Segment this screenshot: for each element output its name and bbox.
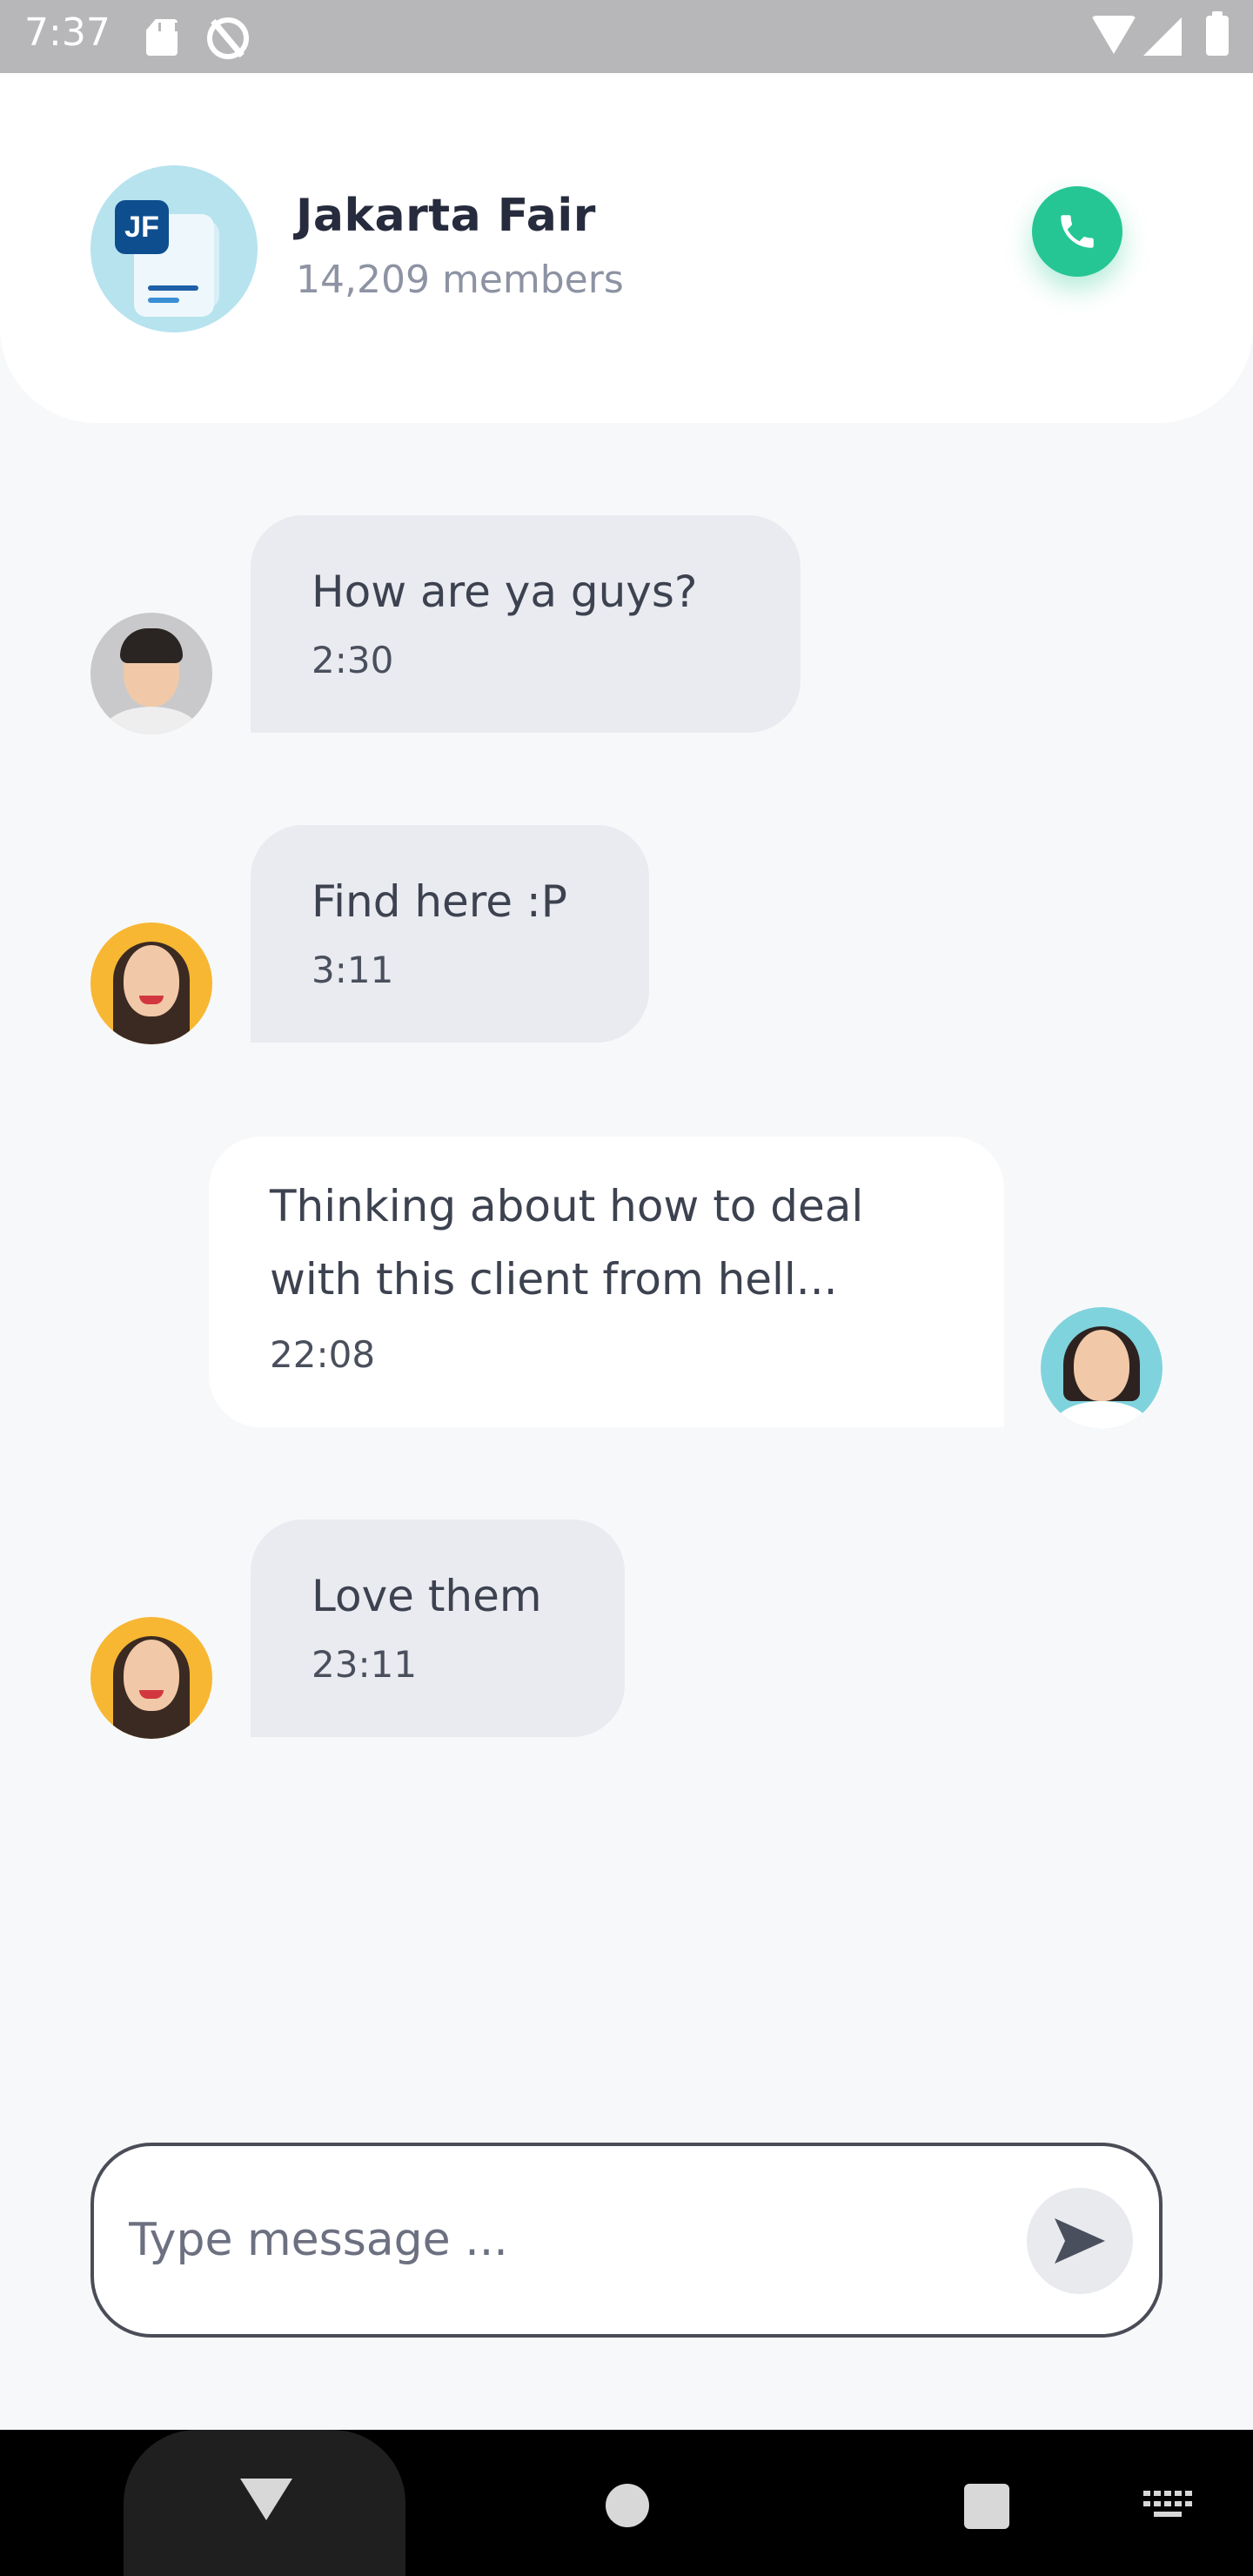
message-time: 2:30 [312, 639, 394, 681]
call-button[interactable] [1032, 186, 1122, 277]
woman-hat-avatar[interactable] [90, 922, 212, 1044]
group-name: Jakarta Fair [296, 190, 596, 242]
status-time: 7:37 [24, 10, 111, 55]
message-input[interactable] [129, 2198, 999, 2282]
recents-icon[interactable] [964, 2484, 1009, 2529]
woman-teal-avatar[interactable] [1041, 1307, 1163, 1429]
keyboard-icon[interactable] [1143, 2491, 1192, 2520]
group-avatar[interactable]: JF [90, 165, 258, 332]
system-nav-bar [0, 2430, 1253, 2576]
status-bar: 7:37 [0, 0, 1253, 73]
message-bubble[interactable]: Find here :P 3:11 [251, 825, 649, 1043]
message-bubble[interactable]: How are ya guys? 2:30 [251, 515, 801, 733]
avatar-face [124, 1640, 179, 1711]
sd-card-icon [146, 19, 178, 56]
home-icon[interactable] [606, 2484, 649, 2527]
battery-icon [1206, 11, 1229, 56]
send-icon [1055, 2218, 1105, 2264]
message-text: Love them [312, 1571, 542, 1621]
avatar-shirt [1053, 1401, 1150, 1429]
avatar-shirt [103, 707, 200, 735]
message-time: 22:08 [270, 1333, 376, 1376]
wifi-icon [1091, 16, 1136, 54]
avatar-face [124, 945, 179, 1016]
document-line [148, 298, 179, 303]
back-icon[interactable] [240, 2479, 292, 2520]
sync-icon [207, 17, 249, 59]
message-bubble[interactable]: Love them 23:11 [251, 1519, 625, 1737]
document-line [148, 285, 198, 291]
member-count: 14,209 members [296, 258, 624, 302]
signal-icon [1143, 17, 1182, 56]
woman-hat-avatar[interactable] [90, 1617, 212, 1739]
chat-screen: 7:37 JF Jakarta Fair 14,209 members How … [0, 0, 1253, 2576]
message-composer [90, 2143, 1163, 2338]
phone-icon [1061, 215, 1094, 248]
message-text-line: with this client from hell... [270, 1254, 838, 1305]
avatar-face [1074, 1330, 1129, 1401]
message-text: How are ya guys? [312, 567, 698, 617]
message-time: 3:11 [312, 949, 394, 991]
avatar-hair [120, 628, 183, 663]
message-text-line: Thinking about how to deal [270, 1181, 864, 1231]
group-logo-badge: JF [115, 200, 169, 254]
message-time: 23:11 [312, 1643, 418, 1686]
send-button[interactable] [1027, 2188, 1133, 2294]
message-text: Find here :P [312, 876, 567, 927]
man-avatar[interactable] [90, 613, 212, 735]
message-bubble-outgoing[interactable]: Thinking about how to deal with this cli… [209, 1137, 1004, 1427]
